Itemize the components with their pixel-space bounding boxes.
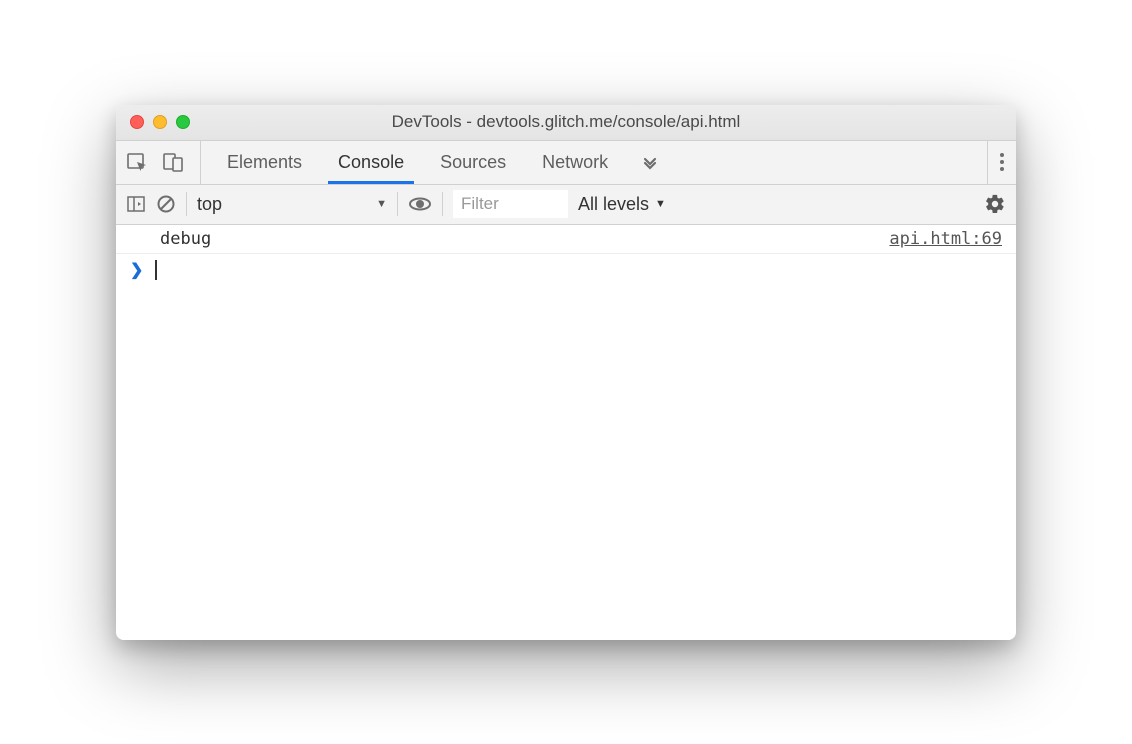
separator (397, 192, 398, 216)
separator (442, 192, 443, 216)
window-titlebar: DevTools - devtools.glitch.me/console/ap… (116, 105, 1016, 141)
context-selector[interactable]: top ▼ (197, 194, 387, 215)
console-log-row: debug api.html:69 (116, 225, 1016, 254)
context-label: top (197, 194, 222, 215)
dropdown-triangle-icon: ▼ (655, 198, 666, 210)
more-options-icon[interactable] (1000, 153, 1004, 171)
minimize-window-button[interactable] (153, 115, 167, 129)
log-source-link[interactable]: api.html:69 (889, 229, 1002, 249)
more-tabs-button[interactable] (626, 141, 674, 184)
toolbar-left-icons (126, 141, 201, 184)
toolbar-right (987, 141, 1016, 184)
panel-tabs: Elements Console Sources Network (201, 141, 626, 184)
console-output: debug api.html:69 ❯ (116, 225, 1016, 640)
window-title: DevTools - devtools.glitch.me/console/ap… (130, 112, 1002, 132)
close-window-button[interactable] (130, 115, 144, 129)
log-message: debug (160, 229, 889, 249)
tab-network[interactable]: Network (524, 141, 626, 184)
inspect-element-icon[interactable] (126, 151, 148, 173)
tab-elements[interactable]: Elements (209, 141, 320, 184)
traffic-lights (130, 115, 190, 129)
log-levels-selector[interactable]: All levels ▼ (578, 194, 666, 215)
console-settings-icon[interactable] (984, 193, 1006, 215)
console-prompt[interactable]: ❯ (116, 254, 1016, 286)
text-cursor (155, 260, 157, 280)
device-mode-icon[interactable] (162, 151, 184, 173)
maximize-window-button[interactable] (176, 115, 190, 129)
separator (186, 192, 187, 216)
dropdown-triangle-icon: ▼ (376, 198, 387, 210)
tab-console[interactable]: Console (320, 141, 422, 184)
filter-input[interactable] (453, 190, 568, 218)
live-expression-icon[interactable] (408, 192, 432, 216)
devtools-window: DevTools - devtools.glitch.me/console/ap… (116, 105, 1016, 640)
toggle-sidebar-icon[interactable] (126, 194, 146, 214)
clear-console-icon[interactable] (156, 194, 176, 214)
main-toolbar: Elements Console Sources Network (116, 141, 1016, 185)
console-filter-bar: top ▼ All levels ▼ (116, 185, 1016, 225)
levels-label: All levels (578, 194, 649, 215)
tab-sources[interactable]: Sources (422, 141, 524, 184)
prompt-chevron-icon: ❯ (130, 260, 143, 280)
